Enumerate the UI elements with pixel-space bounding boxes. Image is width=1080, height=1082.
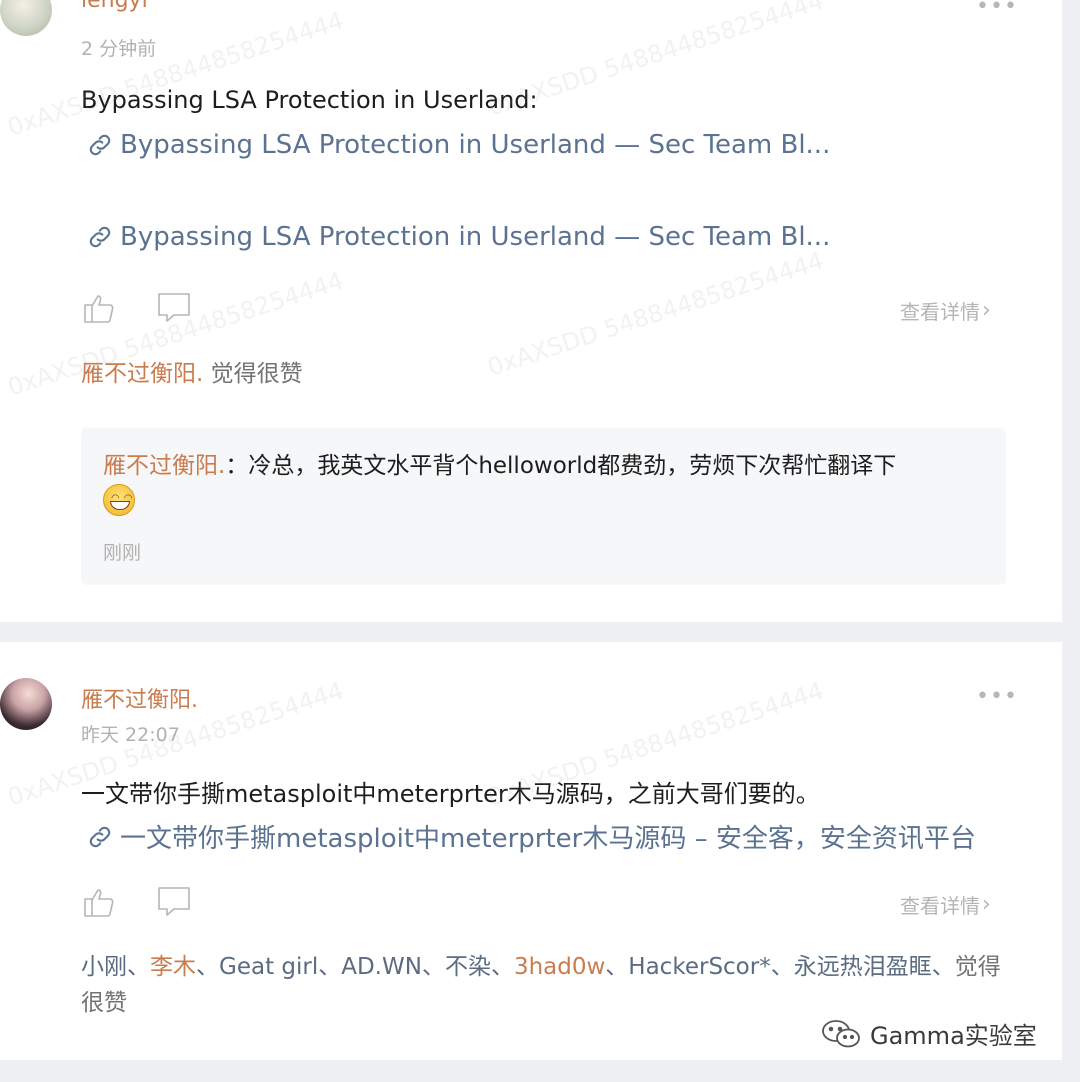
thumbs-up-icon[interactable] (82, 884, 118, 920)
reply-box: 雁不过衡阳.：冷总，我英文水平背个helloworld都费劲，劳烦下次帮忙翻译下… (81, 428, 1006, 585)
comment-text: Bypassing LSA Protection in Userland: (81, 86, 538, 114)
likes-line: 小刚、李木、Geat girl、AD.WN、不染、3had0w、HackerSc… (81, 949, 1011, 1021)
comment-time: 2 分钟前 (81, 38, 157, 60)
chevron-right-icon: › (982, 298, 991, 323)
like-user[interactable]: Geat girl (219, 954, 318, 980)
view-details-label: 查看详情 (900, 300, 980, 324)
like-user[interactable]: 3had0w (514, 954, 605, 980)
chevron-right-icon: › (982, 892, 991, 917)
likes-suffix: 觉得很赞 (203, 361, 303, 387)
comment-icon[interactable] (156, 884, 192, 920)
separator: 、 (770, 954, 794, 980)
comment-author[interactable]: lengyi (81, 0, 148, 13)
comment-text: 一文带你手撕metasploit中meterprter木马源码，之前大哥们要的。 (81, 780, 820, 808)
link-icon (89, 134, 111, 156)
comment-card-1: lengyi 2 分钟前 ••• Bypassing LSA Protectio… (0, 0, 1062, 622)
like-user[interactable]: 李木 (150, 954, 196, 980)
brand-name: Gamma实验室 (870, 1022, 1037, 1050)
comment-author[interactable]: 雁不过衡阳. (81, 682, 198, 714)
like-user[interactable]: 雁不过衡阳. (81, 361, 203, 387)
view-details-label: 查看详情 (900, 894, 980, 918)
like-user[interactable]: HackerScor* (628, 954, 770, 980)
wechat-icon (822, 1019, 860, 1047)
brand-footer: Gamma实验室 (820, 1016, 1037, 1051)
comment-actions (82, 290, 192, 326)
separator: 、 (931, 954, 955, 980)
link-label: Bypassing LSA Protection in Userland — S… (120, 222, 831, 252)
separator: 、 (196, 954, 219, 980)
link-icon (89, 226, 111, 248)
like-user[interactable]: AD.WN (341, 954, 422, 980)
comment-link-2[interactable]: Bypassing LSA Protection in Userland — S… (86, 222, 830, 252)
separator: 、 (127, 954, 150, 980)
like-user[interactable]: 小刚 (81, 954, 127, 980)
more-options-button[interactable]: ••• (976, 684, 1018, 709)
separator: 、 (421, 954, 445, 980)
comment-icon[interactable] (156, 290, 192, 326)
reply-author[interactable]: 雁不过衡阳. (103, 453, 225, 479)
avatar[interactable] (0, 678, 52, 730)
view-details-link[interactable]: 查看详情 › (900, 296, 991, 325)
reply-text: 雁不过衡阳.：冷总，我英文水平背个helloworld都费劲，劳烦下次帮忙翻译下 (103, 446, 896, 480)
comment-actions (82, 884, 192, 920)
likes-line: 雁不过衡阳. 觉得很赞 (81, 356, 1011, 392)
link-label: 一文带你手撕metasploit中meterprter木马源码 – 安全客，安全… (120, 824, 976, 854)
thumbs-up-icon[interactable] (82, 290, 118, 326)
comment-link-1[interactable]: Bypassing LSA Protection in Userland — S… (86, 130, 830, 160)
reply-time: 刚刚 (103, 542, 142, 564)
comment-link[interactable]: 一文带你手撕metasploit中meterprter木马源码 – 安全客，安全… (86, 818, 976, 855)
separator: 、 (605, 954, 629, 980)
link-icon (89, 826, 111, 847)
avatar[interactable] (0, 0, 52, 36)
like-user[interactable]: 不染 (445, 954, 491, 980)
view-details-link[interactable]: 查看详情 › (900, 890, 991, 919)
reply-content: ：冷总，我英文水平背个helloworld都费劲，劳烦下次帮忙翻译下 (225, 453, 897, 479)
like-user[interactable]: 永远热泪盈眶 (794, 954, 932, 980)
comment-time: 昨天 22:07 (81, 724, 180, 746)
more-options-button[interactable]: ••• (976, 0, 1018, 19)
link-label: Bypassing LSA Protection in Userland — S… (120, 130, 831, 160)
comment-card-2: 雁不过衡阳. 昨天 22:07 ••• 一文带你手撕metasploit中met… (0, 642, 1062, 1060)
separator: 、 (490, 954, 514, 980)
grinning-face-icon: ◠◠ (103, 484, 135, 516)
separator: 、 (318, 954, 342, 980)
